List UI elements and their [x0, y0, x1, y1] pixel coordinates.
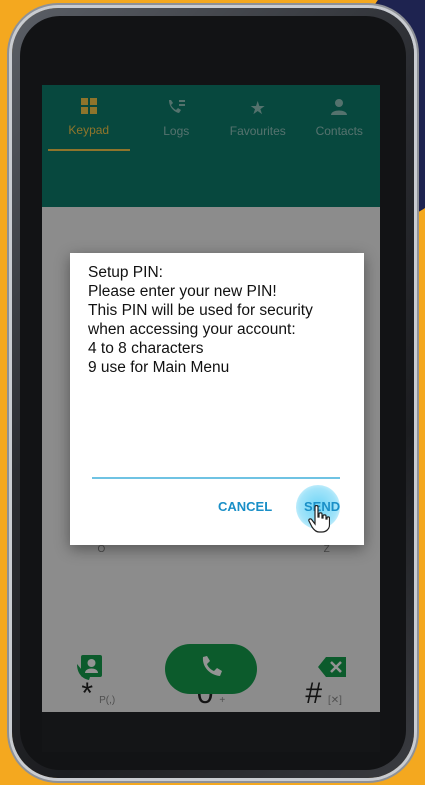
phone-bottom-bezel [42, 712, 380, 752]
setup-pin-dialog: Setup PIN: Please enter your new PIN! Th… [70, 253, 364, 545]
dialog-line: 4 to 8 characters [88, 340, 204, 357]
cancel-button[interactable]: CANCEL [218, 499, 272, 514]
dialog-line: Please enter your new PIN! [88, 283, 277, 300]
phone-screen: Keypad Logs ★ Favourites Contacts O Z * … [42, 85, 380, 712]
hand-pointer-icon [308, 505, 330, 533]
dialog-line: This PIN will be used for security [88, 302, 313, 319]
dialog-line: when accessing your account: [88, 321, 296, 338]
dialog-message: Setup PIN: Please enter your new PIN! Th… [88, 263, 358, 377]
dialog-line: 9 use for Main Menu [88, 359, 230, 376]
pin-input[interactable] [92, 453, 340, 479]
dialog-line: Setup PIN: [88, 264, 163, 281]
